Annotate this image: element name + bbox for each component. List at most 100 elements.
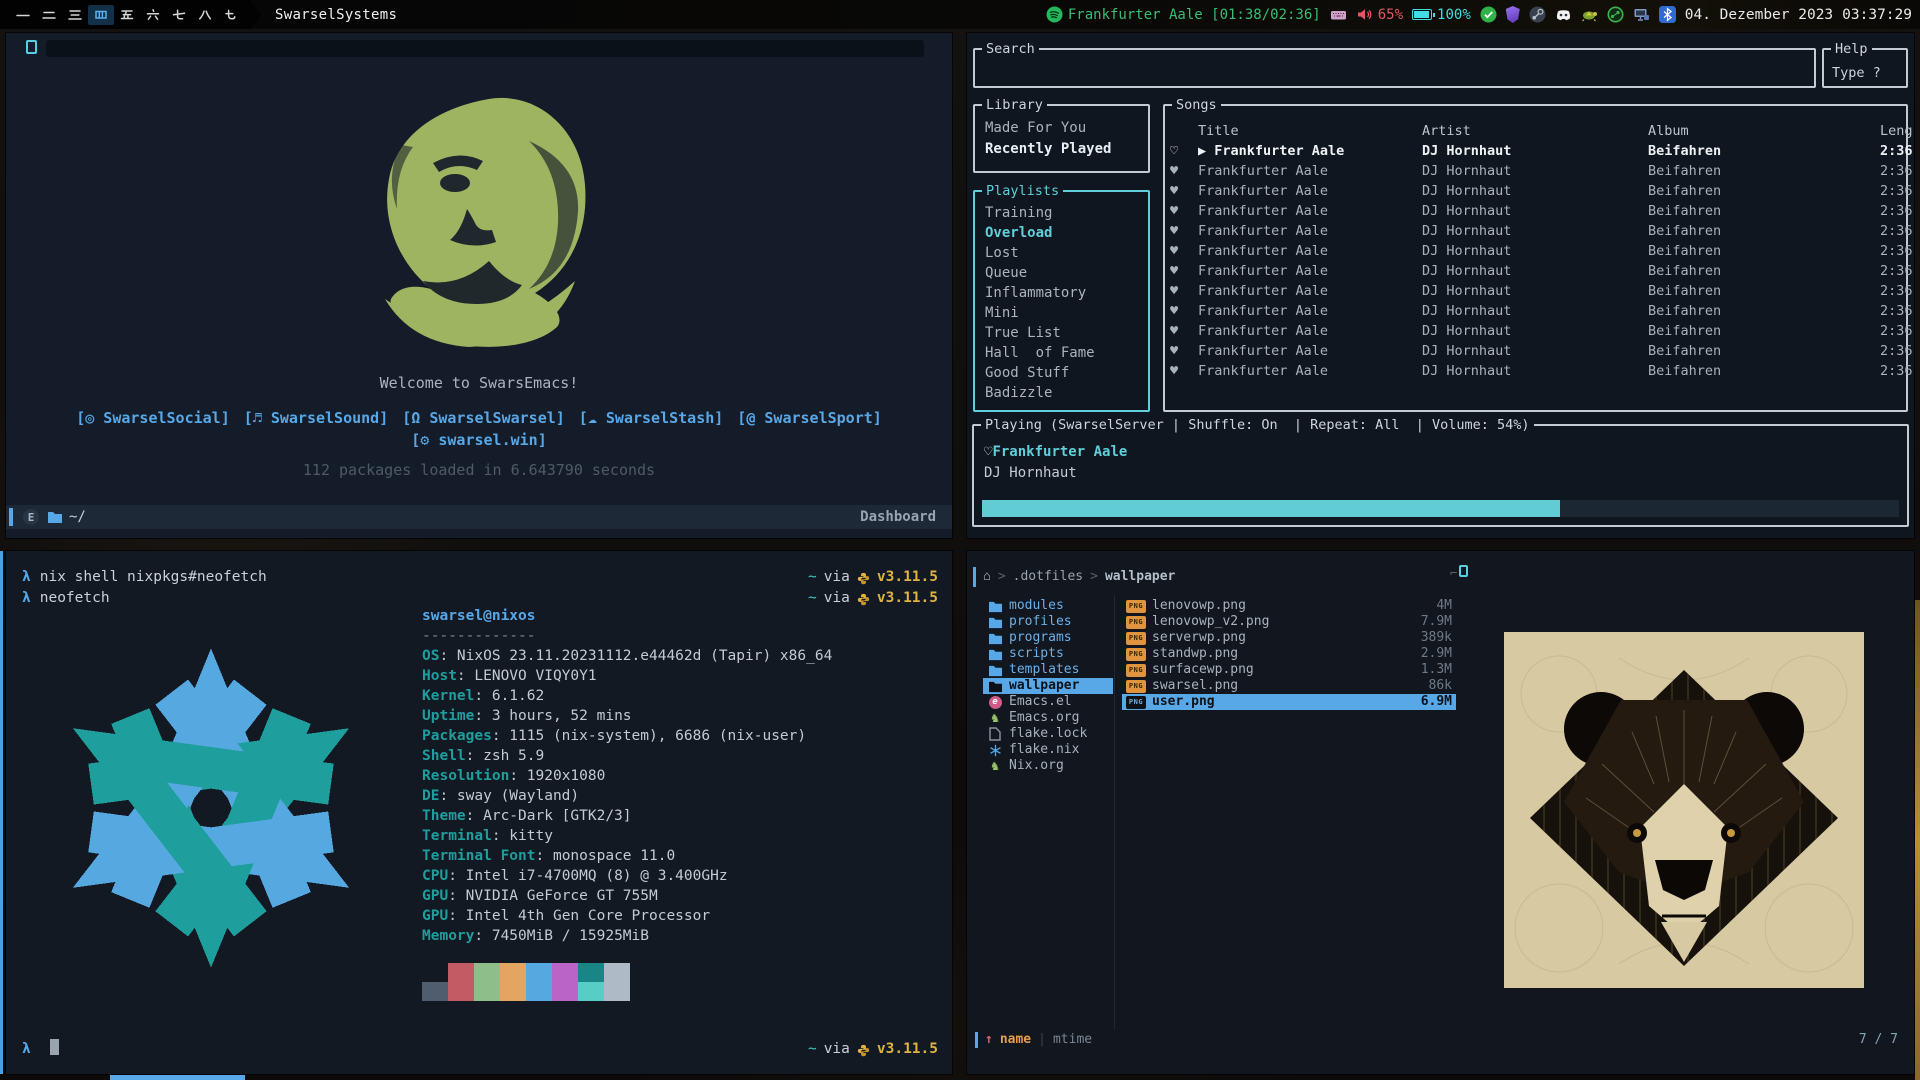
site-link[interactable]: [⚙ swarsel.win] [6,431,952,449]
playlist-item[interactable]: Overload [985,223,1148,243]
file-row-Emacs.org[interactable]: ♞Emacs.org [983,710,1113,726]
palette-block [552,982,578,1001]
pane-icon [26,40,37,54]
playlist-item[interactable]: Mini [985,303,1148,323]
palette-block [448,963,474,982]
progress-bar[interactable] [982,500,1899,517]
file-row-serverwp.png[interactable]: PNGserverwp.png389k [1122,630,1456,646]
file-row-programs[interactable]: programs [983,630,1113,646]
breadcrumb[interactable]: ⌂ > .dotfiles > wallpaper [973,567,1175,587]
neofetch-info-line: Host: LENOVO VIQY0Y1 [422,666,832,686]
playlist-item[interactable]: True List [985,323,1148,343]
dashboard-link-swarselstash[interactable]: [☁ SwarselStash] [579,409,724,427]
pane-indicator: ⌐ [1450,565,1468,581]
file-row-scripts[interactable]: scripts [983,646,1113,662]
workspace-八[interactable] [192,5,218,25]
file-manager-status-bar: ↑ name | mtime 7 / 7 [975,1032,1898,1048]
file-row-lenovowp_v2.png[interactable]: PNGlenovowp_v2.png7.9M [1122,614,1456,630]
palette-block [604,963,630,982]
neofetch-info-line: Packages: 1115 (nix-system), 6686 (nix-u… [422,726,832,746]
volume-widget[interactable]: 65% [1356,6,1403,23]
file-row-standwp.png[interactable]: PNGstandwp.png2.9M [1122,646,1456,662]
focus-indicator-strip [110,1075,245,1080]
checkmark-icon[interactable] [1480,6,1497,23]
bluetooth-icon[interactable] [1659,6,1676,23]
dashboard-link-swarselswarsel[interactable]: [Ω SwarselSwarsel] [402,409,565,427]
workspace-一[interactable] [10,5,36,25]
nixos-logo [14,611,408,1005]
music-player-window[interactable]: Search Help Type ? Library Made For YouR… [967,33,1914,538]
file-row-flake.nix[interactable]: flake.nix [983,742,1113,758]
song-row[interactable]: ♥Frankfurter AaleDJ HornhautBeifahren2:3… [1165,281,1906,301]
emacs-tab-bar[interactable] [46,40,924,57]
workspace-switcher[interactable] [0,0,250,29]
file-manager-window[interactable]: ⌂ > .dotfiles > wallpaper ⌐ modulesprofi… [967,551,1914,1074]
songs-box: Songs TitleArtistAlbumLeng♡▶ Frankfurter… [1163,104,1908,412]
shield-icon[interactable] [1506,6,1520,23]
playlist-item[interactable]: Training [985,203,1148,223]
file-row-user.png[interactable]: PNGuser.png6.9M [1122,694,1456,710]
breadcrumb-segment[interactable]: .dotfiles [1013,569,1083,585]
dashboard-link-swarselsport[interactable]: [@ SwarselSport] [737,409,882,427]
song-row[interactable]: ♥Frankfurter AaleDJ HornhautBeifahren2:3… [1165,221,1906,241]
playlist-item[interactable]: Lost [985,243,1148,263]
song-row[interactable]: ♥Frankfurter AaleDJ HornhautBeifahren2:3… [1165,161,1906,181]
library-item[interactable]: Recently Played [985,139,1148,160]
playlist-item[interactable]: Badizzle [985,383,1148,403]
file-row-flake.lock[interactable]: flake.lock [983,726,1113,742]
battery-widget[interactable]: 100% [1412,7,1471,23]
workspace-七[interactable] [166,5,192,25]
song-row[interactable]: ♥Frankfurter AaleDJ HornhautBeifahren2:3… [1165,361,1906,381]
workspace-三[interactable] [62,5,88,25]
sort-secondary[interactable]: mtime [1053,1032,1092,1048]
workspace-四[interactable] [88,5,114,25]
keyboard-icon[interactable] [1330,6,1347,23]
syncthing-icon[interactable] [1607,6,1624,23]
steam-icon[interactable] [1529,6,1546,23]
file-row-wallpaper[interactable]: wallpaper [983,678,1113,694]
file-row-Emacs.el[interactable]: eEmacs.el [983,694,1113,710]
playlist-item[interactable]: Inflammatory [985,283,1148,303]
file-row-lenovowp.png[interactable]: PNGlenovowp.png4M [1122,598,1456,614]
discord-icon[interactable] [1555,6,1572,23]
song-row[interactable]: ♥Frankfurter AaleDJ HornhautBeifahren2:3… [1165,261,1906,281]
volume-text: 65% [1378,7,1403,23]
file-row-surfacewp.png[interactable]: PNGsurfacewp.png1.3M [1122,662,1456,678]
song-row[interactable]: ♥Frankfurter AaleDJ HornhautBeifahren2:3… [1165,201,1906,221]
dashboard-link-swarselsound[interactable]: [♬ SwarselSound] [244,409,389,427]
playlist-item[interactable]: Good Stuff [985,363,1148,383]
now-playing-widget[interactable]: Frankfurter Aale [01:38/02:36] [1046,6,1321,23]
emacs-window[interactable]: Welcome to SwarsEmacs! [◎ SwarselSocial]… [6,33,952,538]
dashboard-link-swarselsocial[interactable]: [◎ SwarselSocial] [76,409,230,427]
file-row-swarsel.png[interactable]: PNGswarsel.png86k [1122,678,1456,694]
neofetch-info-line: Uptime: 3 hours, 52 mins [422,706,832,726]
workspace-二[interactable] [36,5,62,25]
playlist-item[interactable]: Hall of Fame [985,343,1148,363]
workspace-六[interactable] [140,5,166,25]
search-box[interactable]: Search [973,48,1816,88]
neofetch-info-line: Memory: 7450MiB / 15925MiB [422,926,832,946]
song-row[interactable]: ♥Frankfurter AaleDJ HornhautBeifahren2:3… [1165,321,1906,341]
breadcrumb-segment-current[interactable]: wallpaper [1105,569,1175,585]
song-row[interactable]: ♡▶ Frankfurter AaleDJ HornhautBeifahren2… [1165,141,1906,161]
songs-header: TitleArtistAlbumLeng [1165,121,1906,141]
workspace-五[interactable] [114,5,140,25]
sort-primary[interactable]: name [1000,1032,1031,1048]
turtle-icon[interactable] [1581,6,1598,23]
file-row-templates[interactable]: templates [983,662,1113,678]
song-row[interactable]: ♥Frankfurter AaleDJ HornhautBeifahren2:3… [1165,301,1906,321]
file-row-Nix.org[interactable]: ♞Nix.org [983,758,1113,774]
song-row[interactable]: ♥Frankfurter AaleDJ HornhautBeifahren2:3… [1165,181,1906,201]
song-row[interactable]: ♥Frankfurter AaleDJ HornhautBeifahren2:3… [1165,341,1906,361]
playlist-item[interactable]: Queue [985,263,1148,283]
workspace-九[interactable] [218,5,244,25]
song-row[interactable]: ♥Frankfurter AaleDJ HornhautBeifahren2:3… [1165,241,1906,261]
terminal-window[interactable]: λnix shell nixpkgs#neofetch ~viav3.11.5 … [6,551,952,1074]
home-icon[interactable]: ⌂ [983,569,991,585]
sort-order-icon[interactable]: ↑ [985,1032,993,1048]
library-item[interactable]: Made For You [985,118,1148,139]
file-row-profiles[interactable]: profiles [983,614,1113,630]
file-row-modules[interactable]: modules [983,598,1113,614]
display-network-icon[interactable] [1633,6,1650,23]
palette-block [526,982,552,1001]
